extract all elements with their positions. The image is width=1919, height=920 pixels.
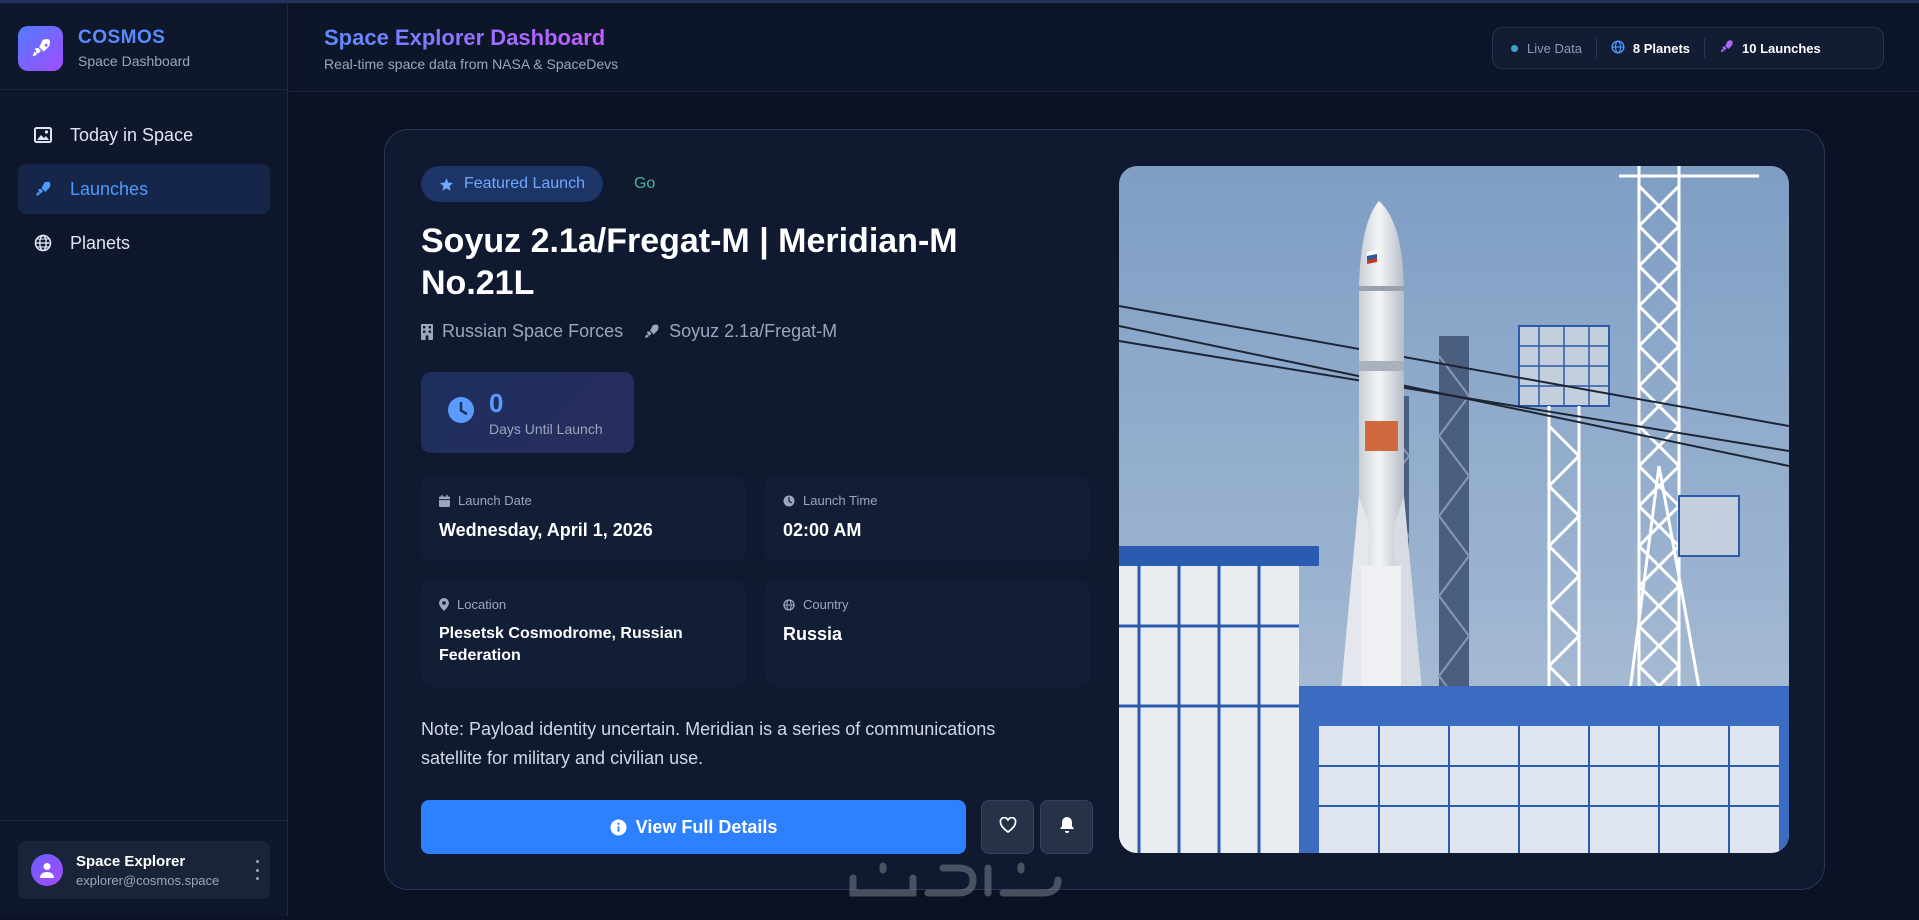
globe-icon [32, 232, 54, 254]
sidebar-item-label: Today in Space [70, 124, 194, 145]
launch-date-value: Wednesday, April 1, 2026 [439, 520, 653, 540]
stat-launches: 10 Launches [1719, 39, 1821, 57]
heart-icon [999, 816, 1017, 838]
image-icon [32, 124, 54, 146]
featured-launch-badge: Featured Launch [421, 166, 603, 202]
info-icon [610, 819, 627, 836]
bell-icon [1059, 816, 1075, 839]
launch-status: Go [633, 175, 656, 192]
launch-time-value: 02:00 AM [783, 520, 862, 540]
country-value: Russia [783, 624, 843, 644]
launch-provider: Russian Space Forces [421, 321, 623, 342]
notify-button[interactable] [1040, 800, 1093, 854]
brand[interactable]: COSMOS Space Dashboard [18, 23, 190, 73]
featured-launch-card: Featured Launch Go Soyuz 2.1a/Fregat-M |… [384, 129, 1825, 890]
page-title: Space Explorer Dashboard [324, 25, 606, 50]
brand-subtitle: Space Dashboard [78, 53, 191, 69]
launch-meta: Russian Space Forces Soyuz 2.1a/Fregat-M [421, 321, 857, 342]
live-dot-icon [1511, 44, 1518, 52]
location-label: Location [457, 597, 507, 612]
globe-icon [1611, 39, 1625, 57]
launch-rocket: Soyuz 2.1a/Fregat-M [643, 321, 837, 342]
user-avatar-icon [31, 854, 63, 886]
stat-separator [1704, 38, 1706, 58]
globe-icon [783, 598, 795, 611]
sidebar: COSMOS Space Dashboard Today in Space La… [0, 3, 288, 916]
stat-planets: 8 Planets [1611, 39, 1690, 57]
more-vertical-icon[interactable] [254, 860, 260, 880]
view-full-details-button[interactable]: View Full Details [421, 800, 966, 854]
countdown-label: Days Until Launch [489, 421, 603, 437]
sidebar-item-planets[interactable]: Planets [18, 218, 270, 268]
sidebar-divider [0, 89, 288, 90]
stat-live-data: Live Data [1511, 41, 1582, 56]
launch-time-card: Launch Time 02:00 AM [765, 477, 1090, 561]
launch-date-label: Launch Date [458, 493, 532, 508]
clock-icon [447, 396, 475, 429]
sidebar-item-label: Launches [70, 178, 149, 199]
building-icon [421, 323, 433, 340]
user-card[interactable]: Space Explorer explorer@cosmos.space [18, 841, 270, 899]
sidebar-nav: Today in Space Launches Planets [18, 110, 270, 272]
favorite-button[interactable] [981, 800, 1034, 854]
rocket-icon [1719, 39, 1734, 57]
country-label: Country [803, 597, 849, 612]
clock-icon [783, 495, 795, 507]
page-header: Space Explorer Dashboard Real-time space… [289, 3, 1919, 92]
page-subtitle: Real-time space data from NASA & SpaceDe… [324, 56, 619, 72]
star-icon [439, 177, 454, 192]
brand-title: COSMOS [78, 27, 166, 48]
launch-title: Soyuz 2.1a/Fregat-M | Meridian-M No.21L [421, 222, 958, 302]
stat-separator [1595, 38, 1597, 58]
rocket-logo-icon [18, 25, 63, 71]
calendar-icon [439, 494, 450, 507]
launch-note: Note: Payload identity uncertain. Meridi… [421, 719, 996, 768]
launch-time-label: Launch Time [803, 493, 878, 508]
user-email: explorer@cosmos.space [76, 872, 220, 888]
sidebar-divider [0, 820, 288, 821]
rocket-icon [32, 178, 54, 200]
countdown-value: 0 [489, 388, 504, 418]
launch-image [1119, 166, 1789, 853]
watermark-logo [849, 862, 1062, 897]
stats-bar: Live Data 8 Planets 10 Launches [1492, 27, 1884, 69]
location-value: Plesetsk Cosmodrome, Russian Federation [439, 625, 683, 664]
location-card: Location Plesetsk Cosmodrome, Russian Fe… [421, 581, 746, 687]
user-name: Space Explorer [76, 852, 186, 870]
sidebar-item-label: Planets [70, 232, 131, 253]
sidebar-item-launches[interactable]: Launches [18, 164, 270, 214]
map-pin-icon [439, 598, 449, 611]
sidebar-item-today-in-space[interactable]: Today in Space [18, 110, 270, 160]
countdown-box: 0 Days Until Launch [421, 372, 634, 453]
country-card: Country Russia [765, 581, 1090, 687]
rocket-icon [643, 323, 660, 340]
launch-date-card: Launch Date Wednesday, April 1, 2026 [421, 477, 746, 561]
